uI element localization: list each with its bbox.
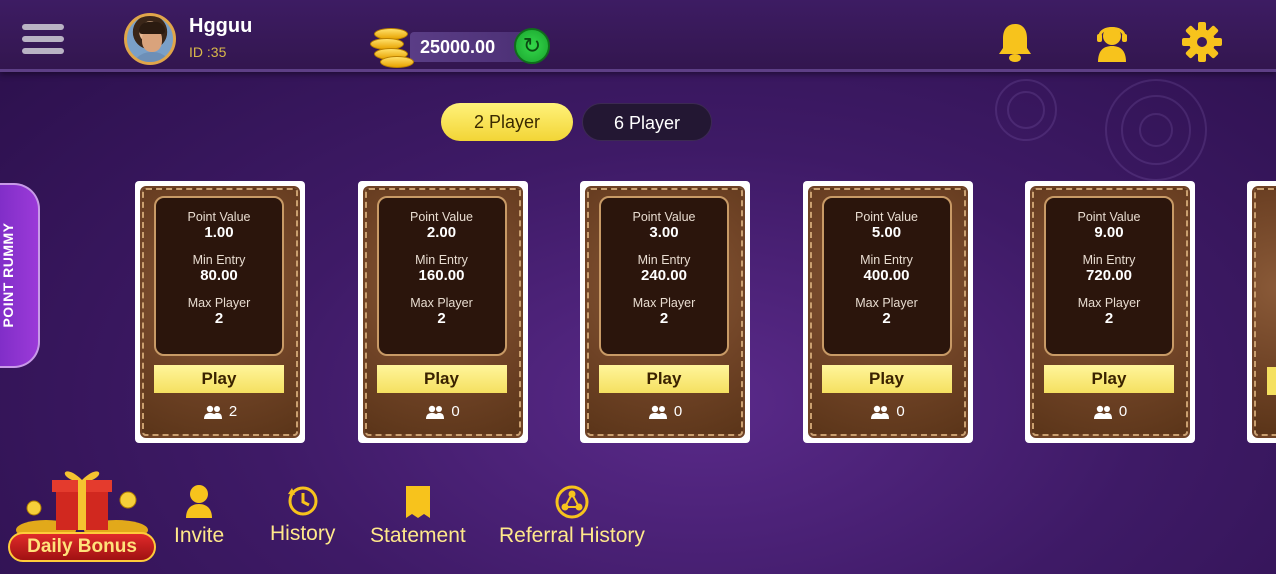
user-name: Hgguu [189,15,253,37]
point-value-label: Point Value [409,210,473,224]
nav-history[interactable]: History [270,484,335,546]
min-entry: 80.00 [200,267,238,284]
document-icon [405,486,430,518]
play-button[interactable]: Play [376,365,507,393]
referral-network-icon [555,485,589,519]
table-card: Point Value 2.00 Min Entry 160.00 Max Player… [357,181,528,443]
table-card-partial[interactable] [1247,181,1276,443]
avatar[interactable] [124,13,176,65]
point-value-label: Point Value [854,210,918,224]
min-entry: 240.00 [641,267,687,284]
nav-referral-history[interactable]: Referral History [499,484,645,548]
table-card-body: Point Value 5.00 Min Entry 400.00 Max Player… [807,186,968,438]
tab-2-player[interactable]: 2 Player [441,103,573,141]
play-button[interactable]: Play [821,365,952,393]
people-icon [203,405,222,420]
min-entry-label: Min Entry [860,253,913,267]
point-value: 5.00 [871,224,902,241]
players-count: 0 [1118,403,1128,420]
people-icon [648,405,667,420]
max-player-label: Max Player [1077,296,1141,310]
max-player: 2 [882,310,891,327]
table-card-body: Point Value 1.00 Min Entry 80.00 Max Player 2… [140,186,300,438]
table-card: Point Value 9.00 Min Entry 720.00 Max Player… [1025,181,1195,443]
table-info-panel: Point Value 9.00 Min Entry 720.00 Max Player… [1044,196,1174,356]
table-info-panel: Point Value 5.00 Min Entry 400.00 Max Player… [821,196,952,356]
background-pattern [995,79,1207,181]
max-player-label: Max Player [187,296,251,310]
table-card: Point Value 3.00 Min Entry 240.00 Max Player… [580,181,750,443]
side-tab-label: POINT RUMMY [0,222,16,328]
nav-statement[interactable]: Statement [370,484,466,548]
top-bar: Hgguu ID :35 25000.00 ↻ [0,0,1276,72]
side-tab-point-rummy[interactable]: POINT RUMMY [0,183,40,368]
point-value-label: Point Value [1077,210,1141,224]
max-player: 2 [1104,310,1114,327]
nav-invite[interactable]: Invite [174,484,224,548]
min-entry-label: Min Entry [637,253,691,267]
daily-bonus-button[interactable]: Daily Bonus [6,464,158,564]
online-players: 0 [1034,403,1186,420]
max-player-label: Max Player [855,296,918,310]
players-count: 0 [896,403,905,420]
min-entry: 400.00 [863,267,910,284]
online-players: 0 [812,403,964,420]
players-count: 0 [673,403,683,420]
play-button[interactable]: Play [1044,365,1174,393]
user-id: ID :35 [189,44,227,60]
people-icon [426,405,445,420]
online-players: 0 [589,403,741,420]
table-card-body: Point Value 9.00 Min Entry 720.00 Max Player… [1030,186,1190,438]
people-icon [1093,405,1112,420]
point-value: 2.00 [426,224,457,241]
max-player: 2 [214,310,224,327]
table-card: Point Value 1.00 Min Entry 80.00 Max Player 2… [135,181,305,443]
nav-referral-history-label: Referral History [499,524,645,547]
tab-6-player[interactable]: 6 Player [582,103,712,141]
refresh-icon[interactable]: ↻ [514,28,550,64]
table-card-body: Point Value 2.00 Min Entry 160.00 Max Player… [362,186,523,438]
min-entry: 720.00 [1086,267,1132,284]
table-card: Point Value 5.00 Min Entry 400.00 Max Player… [802,181,973,443]
players-count: 0 [451,403,460,420]
clock-history-icon [287,486,318,516]
point-value: 3.00 [649,224,679,241]
person-icon [186,485,213,518]
coin-stack-icon [370,24,416,68]
gear-icon[interactable] [1180,20,1224,64]
max-player-label: Max Player [632,296,696,310]
nav-invite-label: Invite [174,524,225,547]
min-entry-label: Min Entry [192,253,246,267]
min-entry-label: Min Entry [415,253,468,267]
point-value: 9.00 [1094,224,1124,241]
hamburger-menu-icon[interactable] [22,24,64,58]
max-player-label: Max Player [410,296,473,310]
play-button[interactable]: Play [599,365,729,393]
online-players: 2 [144,403,296,420]
min-entry-label: Min Entry [1082,253,1136,267]
max-player: 2 [659,310,669,327]
bell-icon[interactable] [993,20,1037,64]
nav-history-label: History [270,522,336,545]
people-icon [871,405,890,420]
min-entry: 160.00 [418,267,465,284]
nav-statement-label: Statement [370,524,466,547]
table-info-panel: Point Value 2.00 Min Entry 160.00 Max Player… [376,196,507,356]
daily-bonus-label: Daily Bonus [8,532,156,562]
max-player: 2 [437,310,446,327]
point-value-label: Point Value [632,210,696,224]
online-players: 0 [367,403,519,420]
point-value: 1.00 [204,224,234,241]
point-value-label: Point Value [187,210,251,224]
headset-support-icon[interactable] [1090,20,1134,64]
play-button[interactable]: Play [154,365,284,393]
table-info-panel: Point Value 1.00 Min Entry 80.00 Max Player 2 [154,196,284,356]
table-card-body: Point Value 3.00 Min Entry 240.00 Max Player… [585,186,745,438]
players-count: 2 [228,403,238,420]
table-info-panel: Point Value 3.00 Min Entry 240.00 Max Player… [599,196,729,356]
